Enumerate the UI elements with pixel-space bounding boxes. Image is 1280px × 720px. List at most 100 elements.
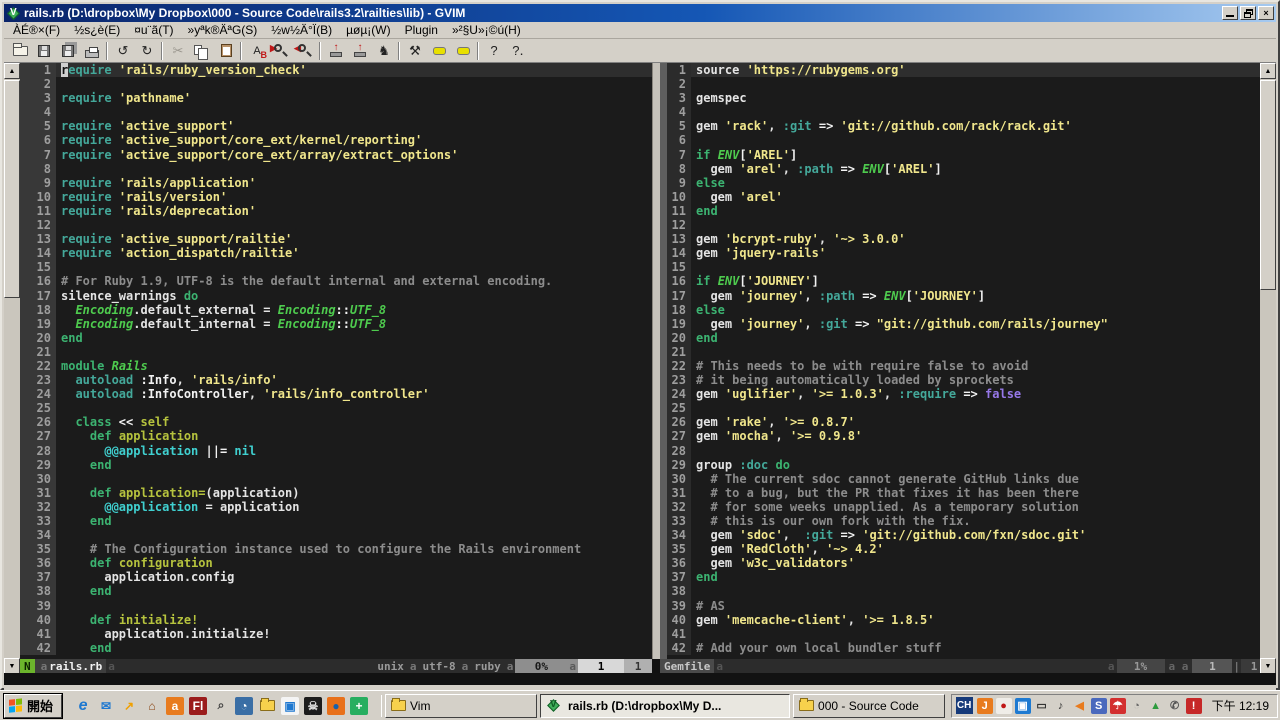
find-next-icon[interactable]: ▶: [269, 41, 293, 61]
save-session-icon[interactable]: ↑: [348, 41, 372, 61]
scroll-up-icon[interactable]: ▲: [4, 63, 20, 79]
line-number: 30: [20, 472, 56, 486]
blue-app-icon[interactable]: ◔: [235, 697, 253, 715]
code-line-15: 15: [20, 260, 652, 274]
language-indicator[interactable]: CH: [956, 697, 973, 714]
show-desktop-icon[interactable]: ▣: [281, 697, 299, 715]
firefox-icon[interactable]: ●: [327, 697, 345, 715]
avira-antivirus-icon[interactable]: ☂: [1110, 698, 1126, 714]
help-icon[interactable]: ?: [482, 41, 506, 61]
dropbox-icon[interactable]: ▣: [1015, 698, 1031, 714]
taskbar-button-2[interactable]: 000 - Source Code: [793, 694, 945, 718]
code-line-17: 17silence_warnings do: [20, 289, 652, 303]
find-prev-icon[interactable]: ◀: [293, 41, 317, 61]
shortcut-arrow-icon[interactable]: ↗: [120, 697, 138, 715]
scroll-down-icon[interactable]: ▼: [4, 658, 20, 674]
code-line-40: 40gem 'memcache-client', '>= 1.8.5': [667, 613, 1267, 627]
restore-button[interactable]: [1240, 6, 1256, 20]
tray-icons: J●▣▭♪◀S☂◔▲✆!: [977, 698, 1202, 714]
copy-icon[interactable]: [190, 41, 214, 61]
find-replace-icon[interactable]: AB: [245, 41, 269, 61]
right-scrollbar-thumb[interactable]: [1260, 80, 1276, 290]
code-line-3: 3gemspec: [667, 91, 1267, 105]
minimize-button[interactable]: [1222, 6, 1238, 20]
statusline-percent: 0%: [515, 659, 567, 673]
recorder-icon[interactable]: ●: [996, 698, 1012, 714]
undo-icon[interactable]: ↺: [111, 41, 135, 61]
close-button[interactable]: ×: [1258, 6, 1274, 20]
load-session-icon[interactable]: ↑: [324, 41, 348, 61]
make-icon[interactable]: ⚒: [403, 41, 427, 61]
jump-tag-icon[interactable]: [451, 41, 475, 61]
help-find-icon[interactable]: ?․: [506, 41, 530, 61]
folder-shortcut-icon[interactable]: [258, 697, 276, 715]
command-line[interactable]: [4, 673, 1276, 685]
code-line-14: 14gem 'jquery-rails': [667, 246, 1267, 260]
quick-launch-bar: e ✉ ↗ ⌂ a Fl ⌕ ◔ ▣ ☠ ● +: [74, 697, 368, 715]
phone-link-icon[interactable]: ✆: [1167, 698, 1183, 714]
menu-item-7[interactable]: »²§U»¡©ú(H): [445, 22, 528, 38]
audio-horn-icon[interactable]: ◀: [1072, 698, 1088, 714]
skull-app-icon[interactable]: ☠: [304, 697, 322, 715]
scroll-down-icon[interactable]: ▼: [1260, 658, 1276, 674]
code-line-34: 34: [20, 528, 652, 542]
security-alert-icon[interactable]: !: [1186, 698, 1202, 714]
code-line-13: 13require 'active_support/railtie': [20, 232, 652, 246]
outlook-express-icon[interactable]: ✉: [97, 697, 115, 715]
scroll-up-icon[interactable]: ▲: [1260, 63, 1276, 79]
left-scrollbar-thumb[interactable]: [4, 80, 20, 298]
menu-item-3[interactable]: »yªk®ÄªG(S): [181, 22, 265, 38]
code-line-27: 27gem 'mocha', '>= 0.9.8': [667, 429, 1267, 443]
paste-icon[interactable]: [214, 41, 238, 61]
flash-icon[interactable]: Fl: [189, 697, 207, 715]
menu-item-5[interactable]: µøµ¡(W): [339, 22, 397, 38]
code-line-8: 8: [20, 162, 652, 176]
redo-icon[interactable]: ↻: [135, 41, 159, 61]
cut-icon[interactable]: ✂: [166, 41, 190, 61]
close-icon: ×: [1263, 8, 1268, 18]
statusline-row: ▼ N a rails.rb a unix a utf-8 a ruby a 0…: [4, 659, 1276, 673]
authoring-app-icon[interactable]: a: [166, 697, 184, 715]
menu-item-4[interactable]: ½w½Ä°Ï(B): [264, 22, 339, 38]
left-scrollbar-bottom[interactable]: ▼: [4, 659, 20, 673]
java-update-icon[interactable]: J: [977, 698, 993, 714]
run-script-icon[interactable]: ♞: [372, 41, 396, 61]
menu-item-1[interactable]: ½s¿è(E): [67, 22, 127, 38]
taskbar-button-gvim[interactable]: Vrails.rb (D:\dropbox\My D...: [540, 694, 790, 718]
statusline-format: unix: [373, 659, 408, 673]
split-divider[interactable]: [652, 63, 660, 659]
right-scrollbar[interactable]: ▲: [1260, 63, 1276, 659]
input-switcher-icon[interactable]: S: [1091, 698, 1107, 714]
home-page-icon[interactable]: ⌂: [143, 697, 161, 715]
search-tool-icon[interactable]: ⌕: [212, 697, 230, 715]
code-line-33: 33 # this is our own fork with the fix.: [667, 514, 1267, 528]
taskbar-clock[interactable]: 下午 12:19: [1206, 697, 1269, 714]
save-all-icon[interactable]: [56, 41, 80, 61]
start-button[interactable]: 開始: [4, 694, 62, 718]
line-number: 9: [667, 176, 691, 190]
editor-pane-gemfile[interactable]: 1source 'https://rubygems.org'23gemspec4…: [667, 63, 1267, 659]
menu-item-6[interactable]: Plugin: [398, 22, 445, 38]
open-file-icon[interactable]: [8, 41, 32, 61]
editor-pane-rails-rb[interactable]: 1require 'rails/ruby_version_check'23req…: [20, 63, 652, 659]
right-scrollbar-bottom[interactable]: ▼: [1260, 659, 1276, 673]
editor-area: ▲ 1require 'rails/ruby_version_check'23r…: [4, 63, 1276, 659]
save-file-icon[interactable]: [32, 41, 56, 61]
display-settings-icon[interactable]: ▭: [1034, 698, 1050, 714]
menu-item-0[interactable]: ÀÉ®×(F): [6, 22, 67, 38]
print-icon[interactable]: [80, 41, 104, 61]
code-line-36: 36 gem 'w3c_validators': [667, 556, 1267, 570]
ie-icon[interactable]: e: [74, 697, 92, 715]
volume-icon[interactable]: ♪: [1053, 698, 1069, 714]
menu-item-2[interactable]: ¤u¨ã(T): [127, 22, 180, 38]
menu-bar: ÀÉ®×(F)½s¿è(E)¤u¨ã(T)»yªk®ÄªG(S)½w½Ä°Ï(B…: [4, 22, 1276, 39]
left-scrollbar[interactable]: ▲: [4, 63, 20, 659]
sync-icon[interactable]: ◔: [1129, 698, 1145, 714]
green-utility-icon[interactable]: ▲: [1148, 698, 1164, 714]
updater-icon[interactable]: +: [350, 697, 368, 715]
code-line-21: 21: [667, 345, 1267, 359]
build-tags-icon[interactable]: [427, 41, 451, 61]
title-bar[interactable]: V rails.rb (D:\dropbox\My Dropbox\000 - …: [4, 4, 1276, 22]
taskbar-button-0[interactable]: Vim: [385, 694, 537, 718]
line-number: 20: [667, 331, 691, 345]
